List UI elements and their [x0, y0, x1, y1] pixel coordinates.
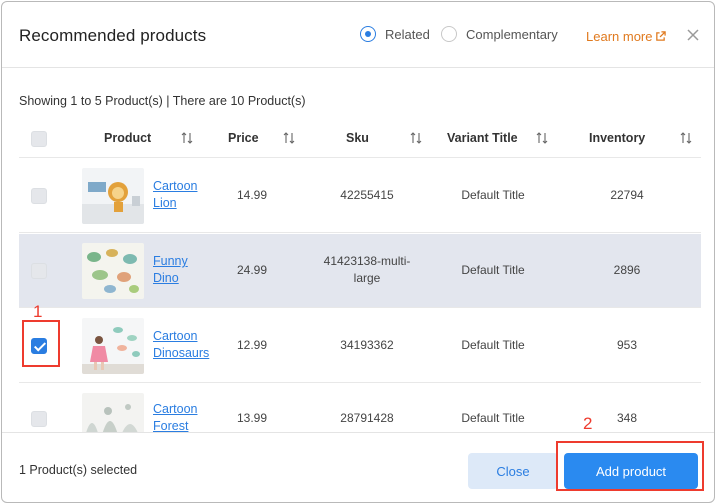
- radio-related-label[interactable]: Related: [385, 27, 430, 42]
- product-thumbnail: [82, 318, 144, 374]
- learn-more-link[interactable]: Learn more: [586, 29, 667, 44]
- table-row[interactable]: Cartoon Forest 13.99 28791428 Default Ti…: [19, 384, 701, 432]
- product-name-link[interactable]: Cartoon Forest: [153, 401, 197, 432]
- sku-line: 41423138-multi-: [323, 254, 411, 268]
- learn-more-label: Learn more: [586, 29, 653, 44]
- modal-title: Recommended products: [19, 26, 207, 45]
- product-name-link[interactable]: Cartoon Dinosaurs: [153, 328, 209, 362]
- price-cell: 24.99: [236, 263, 268, 277]
- product-name-line[interactable]: Cartoon: [153, 329, 197, 343]
- select-all-checkbox[interactable]: [31, 131, 47, 147]
- sort-icon[interactable]: [536, 131, 548, 145]
- product-name-line[interactable]: Dino: [153, 271, 179, 285]
- results-summary: Showing 1 to 5 Product(s) | There are 10…: [19, 94, 306, 108]
- product-thumbnail: [82, 393, 144, 432]
- product-name-line[interactable]: Funny: [153, 254, 188, 268]
- radio-complementary-label[interactable]: Complementary: [466, 27, 558, 42]
- sort-icon[interactable]: [410, 131, 422, 145]
- col-sku[interactable]: Sku: [346, 131, 369, 145]
- product-name-line[interactable]: Dinosaurs: [153, 346, 209, 360]
- price-cell: 12.99: [236, 338, 268, 352]
- product-name-link[interactable]: Funny Dino: [153, 253, 188, 287]
- sort-icon[interactable]: [283, 131, 295, 145]
- variant-cell: Default Title: [461, 338, 525, 352]
- product-name-line[interactable]: Cartoon: [153, 179, 197, 193]
- recommended-products-modal: Recommended products Related Complementa…: [1, 1, 715, 503]
- products-table: Product Price Sku Variant Title Inventor…: [19, 120, 701, 432]
- modal-header: Recommended products Related Complementa…: [2, 2, 714, 68]
- product-name-link[interactable]: Cartoon Lion: [153, 178, 197, 212]
- annotation-number: 1: [33, 302, 43, 321]
- sku-cell: 42255415: [340, 188, 394, 202]
- inventory-cell: 953: [616, 338, 638, 352]
- sort-icon[interactable]: [680, 131, 692, 145]
- sort-icon[interactable]: [181, 131, 193, 145]
- row-checkbox[interactable]: [31, 411, 47, 427]
- inventory-cell: 2896: [613, 263, 641, 277]
- close-button[interactable]: Close: [468, 453, 558, 489]
- variant-cell: Default Title: [461, 263, 525, 277]
- col-variant-title[interactable]: Variant Title: [447, 131, 518, 145]
- radio-complementary[interactable]: [441, 26, 457, 42]
- price-cell: 13.99: [236, 411, 268, 425]
- col-inventory[interactable]: Inventory: [589, 131, 645, 145]
- variant-cell: Default Title: [461, 188, 525, 202]
- product-name-line[interactable]: Forest: [153, 419, 188, 432]
- sku-cell: 28791428: [340, 411, 394, 425]
- annotation-box: [556, 441, 704, 491]
- external-link-icon: [656, 31, 667, 41]
- close-icon[interactable]: [686, 28, 700, 42]
- annotation-box: [22, 320, 60, 367]
- product-thumbnail: [82, 168, 144, 224]
- col-price[interactable]: Price: [228, 131, 259, 145]
- sku-cell: 34193362: [340, 338, 394, 352]
- annotation-number: 2: [583, 414, 593, 433]
- sku-line: large: [353, 271, 381, 285]
- table-row[interactable]: Cartoon Lion 14.99 42255415 Default Titl…: [19, 159, 701, 233]
- col-product[interactable]: Product: [104, 131, 151, 145]
- product-name-line[interactable]: Lion: [153, 196, 177, 210]
- inventory-cell: 348: [616, 411, 638, 425]
- table-header: Product Price Sku Variant Title Inventor…: [19, 120, 701, 158]
- radio-related[interactable]: [360, 26, 376, 42]
- inventory-cell: 22794: [610, 188, 644, 202]
- row-checkbox[interactable]: [31, 263, 47, 279]
- table-row[interactable]: Funny Dino 24.99 41423138-multi- large D…: [19, 234, 701, 308]
- price-cell: 14.99: [236, 188, 268, 202]
- table-row[interactable]: Cartoon Dinosaurs 12.99 34193362 Default…: [19, 309, 701, 383]
- sku-cell: 41423138-multi- large: [308, 253, 426, 287]
- row-checkbox[interactable]: [31, 188, 47, 204]
- selected-count: 1 Product(s) selected: [19, 463, 138, 477]
- variant-cell: Default Title: [461, 411, 525, 425]
- product-thumbnail: [82, 243, 144, 299]
- product-name-line[interactable]: Cartoon: [153, 402, 197, 416]
